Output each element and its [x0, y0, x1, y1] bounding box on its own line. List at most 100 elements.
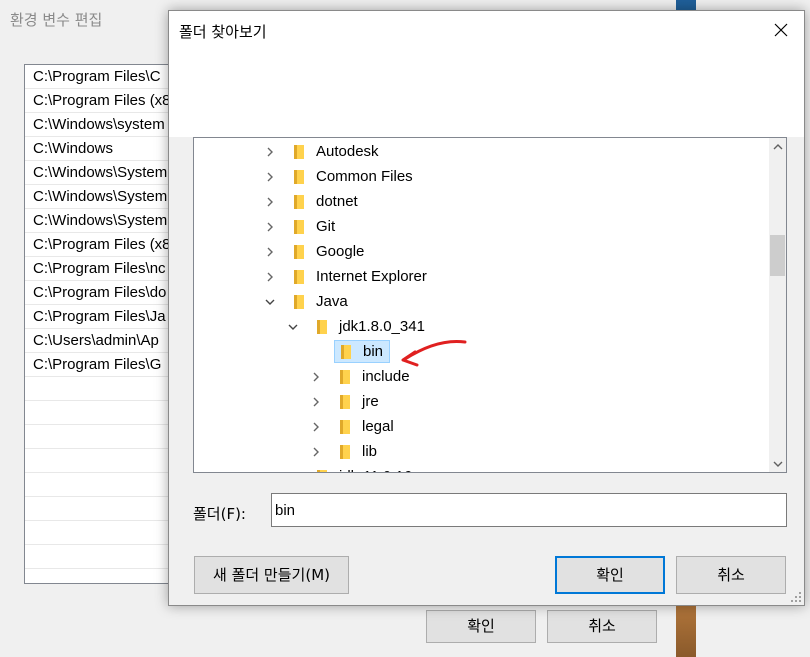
cancel-button[interactable]: 취소 [676, 556, 786, 594]
path-list-empty-row: . [25, 545, 173, 569]
chevron-right-icon[interactable] [264, 196, 276, 208]
tree-item[interactable]: legal [194, 414, 766, 439]
tree-item[interactable]: lib [194, 439, 766, 464]
chevron-right-icon[interactable] [310, 446, 322, 458]
chevron-right-icon[interactable] [264, 171, 276, 183]
path-list-item[interactable]: C:\Windows\System [25, 185, 173, 209]
tree-item-content[interactable]: bin [334, 340, 391, 363]
tree-item-selected[interactable]: bin [194, 339, 766, 364]
chevron-down-icon[interactable] [287, 321, 299, 333]
chevron-right-icon[interactable] [264, 146, 276, 158]
tree-item[interactable]: include [194, 364, 766, 389]
folder-icon [292, 244, 306, 260]
tree-item-label: jdk1.8.0_341 [339, 318, 425, 335]
tree-item-label: Internet Explorer [316, 268, 427, 285]
path-list-empty-row: . [25, 521, 173, 545]
annotation-arrow-icon [401, 339, 467, 367]
tree-item[interactable]: jdk1.8.0_341 [194, 314, 766, 339]
path-list-item[interactable]: C:\Windows\System [25, 161, 173, 185]
dialog-title: 폴더 찾아보기 [179, 23, 267, 41]
tree-item-label: Common Files [316, 168, 413, 185]
tree-item[interactable]: dotnet [194, 189, 766, 214]
tree-item-label: Autodesk [316, 143, 379, 160]
resize-grip-icon[interactable] [790, 591, 802, 603]
tree-scrollbar[interactable] [769, 138, 786, 472]
tree-item-content[interactable]: legal [334, 415, 400, 438]
tree-item[interactable]: Autodesk [194, 139, 766, 164]
path-list-empty-row: . [25, 569, 173, 583]
chevron-right-icon[interactable] [287, 471, 299, 473]
path-list-empty-row: . [25, 497, 173, 521]
path-list-item[interactable]: C:\Program Files (x8 [25, 89, 173, 113]
path-list-empty-row: . [25, 425, 173, 449]
tree-item-content[interactable]: Common Files [288, 165, 419, 188]
tree-item[interactable]: jre [194, 389, 766, 414]
tree-item-content[interactable]: lib [334, 440, 383, 463]
scroll-down-button[interactable] [769, 455, 786, 472]
chevron-right-icon[interactable] [264, 271, 276, 283]
tree-item-label: Google [316, 243, 365, 260]
chevron-right-icon[interactable] [264, 246, 276, 258]
new-folder-button[interactable]: 새 폴더 만들기(M) [194, 556, 349, 594]
folder-icon [315, 319, 329, 335]
chevron-right-icon[interactable] [264, 221, 276, 233]
path-list-item[interactable]: C:\Users\admin\Ap [25, 329, 173, 353]
env-var-editor-title: 환경 변수 편집 [10, 11, 103, 29]
folder-icon [292, 219, 306, 235]
chevron-down-icon[interactable] [264, 296, 276, 308]
ok-button[interactable]: 확인 [555, 556, 665, 594]
tree-item[interactable]: Java [194, 289, 766, 314]
tree-item[interactable]: Common Files [194, 164, 766, 189]
tree-item[interactable]: jdk-11.0.16 [194, 464, 766, 473]
close-button[interactable] [758, 11, 804, 49]
dialog-description-area [169, 49, 804, 137]
tree-item-content[interactable]: Autodesk [288, 140, 385, 163]
chevron-right-icon[interactable] [310, 421, 322, 433]
tree-item-content[interactable]: jdk1.8.0_341 [311, 315, 431, 338]
path-list[interactable]: C:\Program Files\C C:\Program Files (x8 … [24, 64, 174, 584]
tree-item-label: jdk-11.0.16 [339, 468, 412, 472]
path-list-item[interactable]: C:\Windows\system [25, 113, 173, 137]
folder-icon [338, 419, 352, 435]
env-cancel-button[interactable]: 취소 [547, 610, 657, 643]
tree-item-content[interactable]: Google [288, 240, 370, 263]
tree-item[interactable]: Internet Explorer [194, 264, 766, 289]
folder-name-input[interactable] [271, 493, 787, 527]
path-list-item[interactable]: C:\Program Files\Ja [25, 305, 173, 329]
scroll-up-button[interactable] [769, 138, 786, 155]
tree-item-content[interactable]: jdk-11.0.16 [311, 465, 418, 472]
env-ok-button[interactable]: 확인 [426, 610, 536, 643]
path-list-item[interactable]: C:\Program Files (x8 [25, 233, 173, 257]
path-list-item[interactable]: C:\Windows [25, 137, 173, 161]
tree-item-content[interactable]: dotnet [288, 190, 364, 213]
folder-icon [315, 469, 329, 472]
path-list-item[interactable]: C:\Windows\System [25, 209, 173, 233]
tree-item-label: dotnet [316, 193, 358, 210]
chevron-right-icon[interactable] [310, 371, 322, 383]
path-list-item[interactable]: C:\Program Files\nc [25, 257, 173, 281]
path-list-item[interactable]: C:\Program Files\C [25, 65, 173, 89]
chevron-down-icon [773, 461, 782, 467]
chevron-up-icon [773, 143, 782, 149]
path-list-item[interactable]: C:\Program Files\G [25, 353, 173, 377]
tree-item-content[interactable]: jre [334, 390, 385, 413]
tree-item-content[interactable]: Git [288, 215, 341, 238]
tree-item-label: jre [362, 393, 379, 410]
path-list-item[interactable]: C:\Program Files\do [25, 281, 173, 305]
dialog-titlebar[interactable]: 폴더 찾아보기 [169, 11, 804, 49]
tree-item[interactable]: Git [194, 214, 766, 239]
scroll-thumb[interactable] [770, 235, 785, 276]
folder-icon [292, 294, 306, 310]
path-list-empty-row: . [25, 449, 173, 473]
tree-item-label: bin [363, 343, 384, 360]
browse-folder-dialog: 폴더 찾아보기 Autodesk Common Files dotnet Git Goo… [168, 10, 805, 606]
tree-item-content[interactable]: Java [288, 290, 354, 313]
chevron-right-icon[interactable] [310, 396, 322, 408]
tree-item-label: lib [362, 443, 378, 460]
folder-icon [292, 169, 306, 185]
tree-item-content[interactable]: Internet Explorer [288, 265, 433, 288]
tree-item-label: Git [316, 218, 336, 235]
folder-icon [292, 144, 306, 160]
folder-tree[interactable]: Autodesk Common Files dotnet Git Google Inter… [193, 137, 787, 473]
tree-item[interactable]: Google [194, 239, 766, 264]
